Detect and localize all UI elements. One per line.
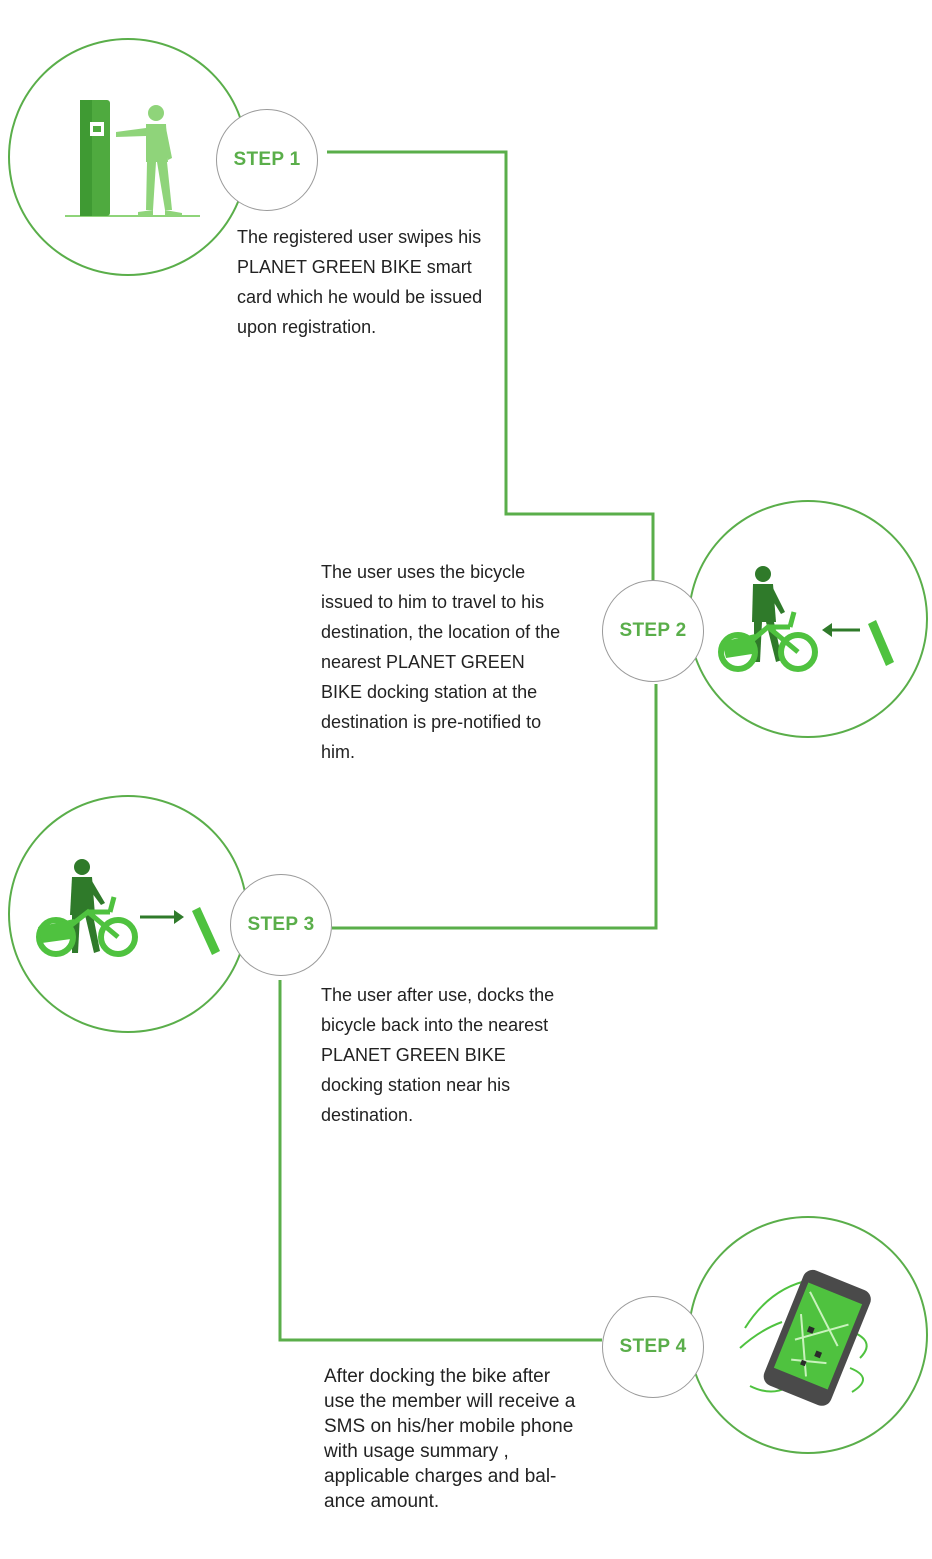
step-4-label: STEP 4 xyxy=(619,1336,687,1357)
bicycle-docking-icon xyxy=(36,859,220,957)
step-4-badge: STEP 4 xyxy=(602,1296,704,1398)
step-1-badge: STEP 1 xyxy=(216,109,318,211)
user-riding-bicycle-icon xyxy=(718,566,894,672)
step-1-label: STEP 1 xyxy=(233,149,301,170)
mobile-sms-icon xyxy=(739,1269,871,1406)
kiosk-card-swipe-icon xyxy=(65,100,200,217)
step-4-illustration xyxy=(688,1216,928,1454)
step-3-illustration xyxy=(8,795,248,1033)
how-it-works-diagram: STEP 1 The registered user swipes his PL… xyxy=(0,0,932,1559)
step-4-description: After docking the bike after use the mem… xyxy=(324,1366,576,1512)
step-3-badge: STEP 3 xyxy=(230,874,332,976)
step-2-illustration xyxy=(688,500,928,738)
step-1-description: The registered user swipes his PLANET GR… xyxy=(237,227,483,337)
step-2-label: STEP 2 xyxy=(619,620,687,641)
step-2-badge: STEP 2 xyxy=(602,580,704,682)
step-1-illustration xyxy=(8,38,248,276)
connector-step1-step2 xyxy=(327,150,655,580)
step-3-label: STEP 3 xyxy=(247,914,315,935)
step-2-description: The user uses the bicycle issued to him … xyxy=(321,562,561,762)
step-3-description: The user after use, docks the bicycle ba… xyxy=(321,985,555,1125)
